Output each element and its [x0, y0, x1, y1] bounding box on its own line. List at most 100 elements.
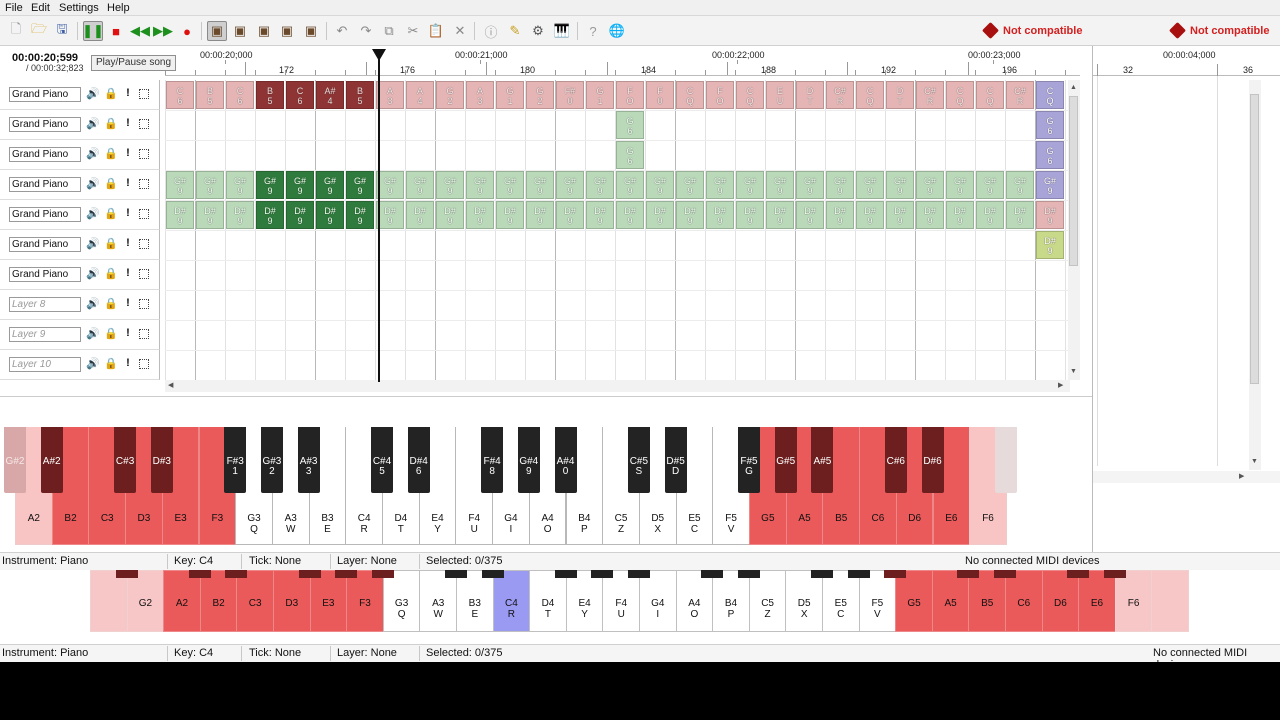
open-folder-icon[interactable]: 🗁 [29, 21, 49, 41]
piano-white-key[interactable]: G5 [895, 570, 933, 632]
piano-black-key[interactable] [445, 570, 467, 578]
lock-icon[interactable]: 🔒 [104, 117, 118, 130]
note-block[interactable]: G# 9 [466, 171, 494, 199]
note-block[interactable]: G# 9 [796, 171, 824, 199]
select-layer-checkbox[interactable] [139, 329, 149, 339]
piano-black-key[interactable]: C#6 [884, 427, 907, 493]
scrollbar-thumb[interactable] [1069, 96, 1078, 266]
piano-black-key[interactable] [737, 570, 760, 578]
lock-icon[interactable]: 🔒 [104, 177, 118, 190]
secondary-vertical-scrollbar[interactable]: ▼ [1249, 80, 1261, 470]
undo-icon[interactable]: ↶ [332, 21, 352, 41]
note-block[interactable]: B5 [196, 81, 224, 109]
edit-song-icon[interactable]: ✎ [505, 21, 525, 41]
note-block[interactable]: G# 9 [1036, 171, 1064, 199]
piano-black-key[interactable]: D#3 [150, 427, 173, 493]
redo-icon[interactable]: ↷ [356, 21, 376, 41]
note-block[interactable]: CQ [676, 81, 704, 109]
menu-help[interactable]: Help [107, 2, 130, 14]
note-block[interactable]: A3 [376, 81, 404, 109]
note-block[interactable]: D# 9 [526, 201, 554, 229]
note-block[interactable]: CQ [736, 81, 764, 109]
solo-icon[interactable]: ! [121, 297, 135, 309]
piano-black-key[interactable]: G#2 [4, 427, 26, 493]
lock-icon[interactable]: 🔒 [104, 327, 118, 340]
layer-row[interactable]: Grand Piano 🔊 🔒! [0, 230, 160, 260]
note-block[interactable]: G# 9 [226, 171, 254, 199]
note-block[interactable]: D# 9 [196, 201, 224, 229]
solo-icon[interactable]: ! [121, 87, 135, 99]
solo-icon[interactable]: ! [121, 117, 135, 129]
note-block[interactable]: C6 [166, 81, 194, 109]
note-block[interactable]: C# R [826, 81, 854, 109]
note-block[interactable]: G# 9 [196, 171, 224, 199]
layer-row[interactable]: Grand Piano 🔊 🔒! [0, 140, 160, 170]
layer-row[interactable]: Grand Piano 🔊 🔒! [0, 110, 160, 140]
lock-icon[interactable]: 🔒 [104, 87, 118, 100]
delete-icon[interactable]: ✕ [450, 21, 470, 41]
note-block[interactable]: G# 9 [946, 171, 974, 199]
piano-black-key[interactable]: G#5 [774, 427, 797, 493]
piano-white-key[interactable]: C6 [1005, 570, 1043, 632]
note-block[interactable]: FO [616, 81, 644, 109]
solo-icon[interactable]: ! [121, 177, 135, 189]
note-block[interactable]: G2 [436, 81, 464, 109]
note-block[interactable]: D# 9 [286, 201, 314, 229]
note-block[interactable]: G# 9 [916, 171, 944, 199]
piano-white-key[interactable]: G2 [126, 570, 165, 632]
piano-black-key[interactable] [994, 570, 1016, 578]
note-block[interactable]: A# 4 [316, 81, 344, 109]
piano-white-key[interactable]: G3 Q [382, 570, 421, 632]
note-block[interactable]: CQ [1036, 81, 1064, 109]
note-block[interactable]: CQ [856, 81, 884, 109]
note-block[interactable]: D# 9 [736, 201, 764, 229]
note-block[interactable]: D# 9 [706, 201, 734, 229]
note-block[interactable]: A4 [406, 81, 434, 109]
note-block[interactable]: EU [766, 81, 794, 109]
note-block[interactable]: G6 [616, 141, 644, 169]
layer-name-field[interactable]: Layer 8 [9, 297, 81, 312]
piano-black-key[interactable] [847, 570, 870, 578]
scroll-up-arrow-icon[interactable]: ▲ [1070, 84, 1077, 91]
piano-black-key[interactable]: D#6 [921, 427, 944, 493]
note-block[interactable]: D# 9 [616, 201, 644, 229]
piano-black-key[interactable]: G#3 2 [260, 427, 283, 493]
note-block[interactable]: D# 9 [346, 201, 374, 229]
piano-black-key[interactable] [1067, 570, 1090, 578]
note-block[interactable]: F0 [646, 81, 674, 109]
layer-name-field[interactable]: Grand Piano [9, 207, 81, 222]
note-block[interactable]: DT [886, 81, 914, 109]
piano-white-key[interactable]: D5 X [785, 570, 823, 632]
note-grid[interactable]: C 6 B 5 C 6 B 5 C 6 A# 4 B 5 A 3 A 4 G 2 A 3 G 1 G 2 F# 0 G 1 F O F 0 C Q F O… [165, 80, 1070, 380]
note-block[interactable]: D# 9 [946, 201, 974, 229]
piano-black-key[interactable]: F#3 1 [224, 427, 247, 493]
piano-black-key[interactable]: A#4 0 [554, 427, 577, 493]
piano-black-key[interactable]: F#4 8 [481, 427, 504, 493]
note-block[interactable]: D# 9 [1006, 201, 1034, 229]
pause-icon[interactable]: ❚❚ [82, 21, 104, 41]
copy-mode-icon[interactable]: ▣ [301, 21, 321, 41]
volume-icon[interactable]: 🔊 [86, 117, 100, 130]
piano-white-key[interactable]: A3 W [419, 570, 457, 632]
note-block[interactable]: G# 9 [256, 171, 284, 199]
note-block[interactable]: FO [706, 81, 734, 109]
piano-black-key[interactable] [1103, 570, 1126, 578]
volume-icon[interactable]: 🔊 [86, 207, 100, 220]
select-layer-checkbox[interactable] [139, 269, 149, 279]
vertical-scrollbar[interactable]: ▲ ▼ [1068, 80, 1080, 380]
note-block[interactable]: G# 9 [736, 171, 764, 199]
forward-icon[interactable]: ▶▶ [153, 21, 173, 41]
piano-white-key[interactable]: F6 [1114, 570, 1153, 632]
layer-name-field[interactable]: Grand Piano [9, 237, 81, 252]
note-block[interactable]: G# 9 [556, 171, 584, 199]
piano-black-key[interactable] [225, 570, 248, 578]
piano-white-key[interactable]: A5 [931, 570, 970, 632]
note-block[interactable]: D# 9 [376, 201, 404, 229]
piano-white-key[interactable] [1151, 570, 1189, 632]
volume-icon[interactable]: 🔊 [86, 327, 100, 340]
select-layer-checkbox[interactable] [139, 179, 149, 189]
volume-icon[interactable]: 🔊 [86, 87, 100, 100]
piano-white-key[interactable]: A2 [163, 570, 201, 632]
piano-white-key[interactable]: B2 [199, 570, 238, 632]
piano-white-key[interactable]: B4 P [712, 570, 750, 632]
